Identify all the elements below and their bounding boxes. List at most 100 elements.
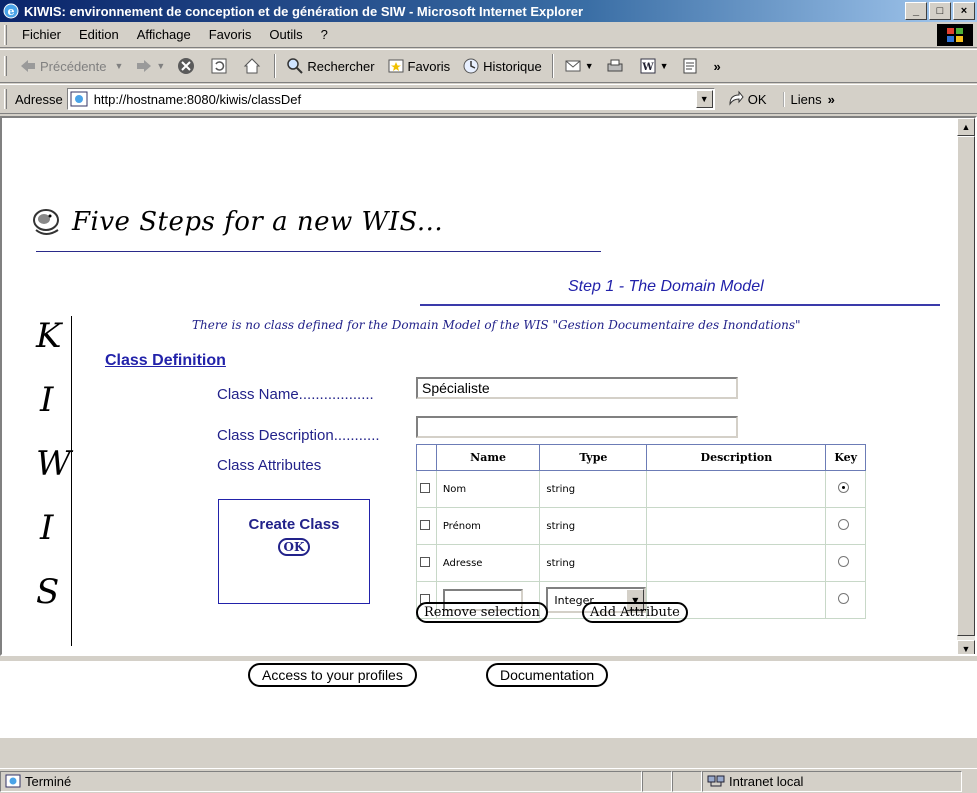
page-done-icon [5,774,21,788]
search-button[interactable]: Rechercher [280,53,380,79]
type-column-header: Type [539,444,648,471]
attribute-type: string [539,507,648,545]
menu-grip [4,24,7,45]
stop-button[interactable] [171,53,204,79]
minimize-button[interactable]: _ [905,2,927,20]
menu-edition[interactable]: Edition [70,27,128,42]
attribute-name: Adresse [435,544,541,582]
status-message: Terminé [0,770,642,792]
window-title: KIWIS: environnement de conception et de… [24,3,584,19]
attribute-name: Nom [435,470,541,508]
go-button[interactable]: OK [727,90,767,108]
internet-explorer-icon: e [3,3,19,19]
kiwis-letter: I [40,380,54,420]
attributes-table: Name Type Description Key Nom string Pré… [416,444,866,619]
intranet-icon [707,775,725,787]
key-radio[interactable] [838,519,850,530]
key-radio[interactable] [838,593,850,604]
attribute-type: string [539,544,648,582]
links-button[interactable]: Liens [782,91,822,107]
menu-favoris[interactable]: Favoris [200,27,261,42]
table-row: Adresse string [416,544,866,582]
menu-fichier[interactable]: Fichier [13,27,70,42]
create-class-panel: Create Class OK [218,499,370,604]
maximize-button[interactable]: □ [929,2,951,20]
create-class-ok-button[interactable]: OK [277,538,311,556]
scroll-up-icon[interactable]: ▲ [957,118,975,136]
favorites-label: Favoris [407,58,451,74]
edit-dropdown-icon[interactable]: ▼ [660,61,669,71]
class-name-input[interactable]: Spécialiste [416,377,738,399]
vertical-scrollbar[interactable]: ▲ ▼ [957,118,975,654]
step-title: Step 1 - The Domain Model [568,278,764,295]
toolbar-grip [4,56,7,76]
class-description-label: Class Description........... [217,427,380,444]
home-button[interactable] [237,53,270,79]
toolbar-separator [274,54,277,78]
address-grip [4,89,7,109]
discuss-button[interactable] [675,53,708,79]
refresh-icon [210,57,228,75]
svg-text:e: e [8,5,15,18]
favorites-button[interactable]: Favoris [381,53,457,79]
search-icon [286,57,304,75]
status-bar: Terminé Intranet local [0,768,977,793]
status-cell [642,770,672,792]
key-radio[interactable] [838,482,850,493]
back-button[interactable]: Précédente ▼ [13,53,129,79]
key-radio[interactable] [838,556,850,567]
kiwis-vertical-logo: K I W I S [36,316,72,646]
address-bar: Adresse http://hostname:8080/kiwis/class… [0,84,977,114]
mail-icon [564,57,582,75]
address-url: http://hostname:8080/kiwis/classDef [93,91,302,107]
attribute-name: Prénom [435,507,541,545]
main-frame: Five Steps for a new WIS... Step 1 - The… [0,116,977,656]
row-select-checkbox[interactable] [420,482,430,493]
print-button[interactable] [600,53,633,79]
bottom-frame: Access to your profiles Documentation [0,658,977,738]
chevron-right-icon: » [713,58,721,74]
mail-button[interactable]: ▼ [558,53,600,79]
menu-help[interactable]: ? [312,27,337,42]
svg-text:W: W [641,62,654,73]
row-select-checkbox[interactable] [420,556,430,567]
windows-logo-icon [937,24,973,46]
add-attribute-button[interactable]: Add Attribute [582,602,688,623]
headline-underline [36,251,601,252]
scroll-down-icon[interactable]: ▼ [957,640,975,654]
close-button[interactable]: × [953,2,975,20]
refresh-button[interactable] [204,53,237,79]
mail-dropdown-icon[interactable]: ▼ [585,61,594,71]
attribute-type: string [539,470,648,508]
standard-toolbar: Précédente ▼ ▼ Rechercher Favoris Histor… [0,49,977,83]
scroll-thumb[interactable] [957,136,975,636]
kiwis-letter: K [36,316,62,356]
row-select-checkbox[interactable] [420,519,430,530]
key-column-header: Key [825,444,866,471]
address-dropdown-button[interactable]: ▼ [695,90,713,108]
access-profiles-button[interactable]: Access to your profiles [248,663,417,687]
table-row: Prénom string [416,507,866,545]
step-divider [420,304,940,306]
menu-outils[interactable]: Outils [260,27,311,42]
remove-selection-button[interactable]: Remove selection [416,602,548,623]
kiwis-letter: S [36,572,60,612]
no-class-notice: There is no class defined for the Domain… [192,318,801,332]
documentation-button[interactable]: Documentation [486,663,609,687]
print-icon [606,57,624,75]
forward-dropdown-icon[interactable]: ▼ [156,61,165,71]
class-description-input[interactable] [416,416,738,438]
headline-text: Five Steps for a new WIS... [72,207,444,237]
status-cell [672,770,702,792]
address-label: Adresse [15,91,63,107]
history-button[interactable]: Historique [456,53,548,79]
toolbar-overflow-button[interactable]: » [708,53,727,79]
address-input[interactable]: http://hostname:8080/kiwis/classDef ▼ [66,88,715,110]
security-zone: Intranet local [702,770,962,792]
forward-button[interactable]: ▼ [129,53,171,79]
menu-affichage[interactable]: Affichage [128,27,200,42]
links-chevron-icon[interactable]: » [828,92,835,107]
go-arrow-icon [727,90,745,108]
back-dropdown-icon[interactable]: ▼ [115,61,124,71]
edit-word-button[interactable]: W ▼ [633,53,675,79]
